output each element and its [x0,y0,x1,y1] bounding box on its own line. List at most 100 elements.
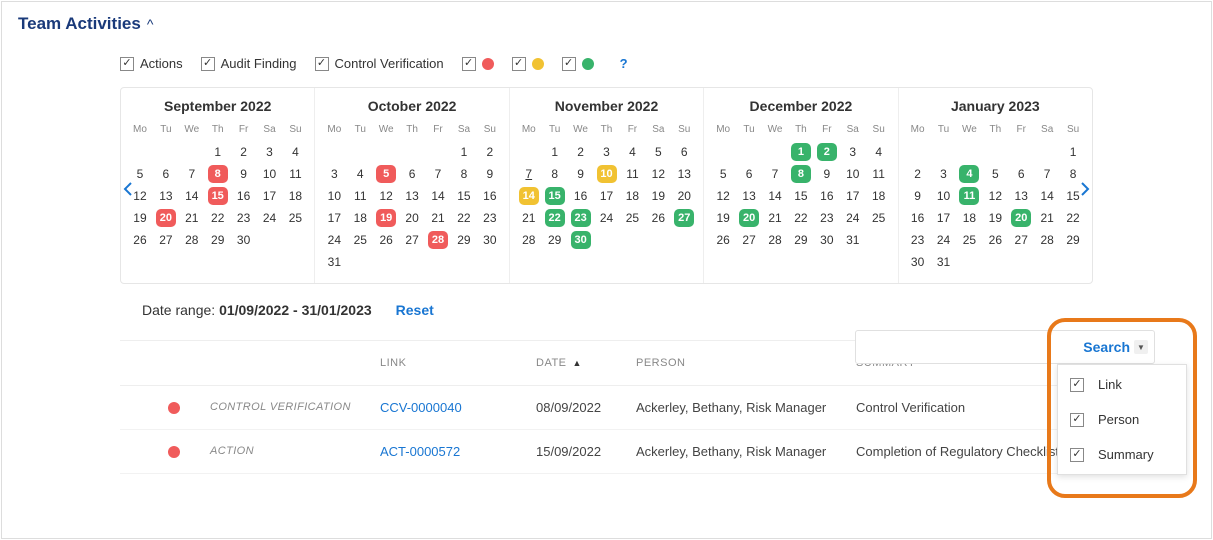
calendar-day[interactable]: 19 [645,185,671,207]
calendar-day[interactable]: 8 [542,163,568,185]
calendar-day[interactable]: 7 [762,163,788,185]
filter-audit-finding[interactable]: ✓ Audit Finding [201,56,297,71]
calendar-day[interactable]: 29 [205,229,231,251]
calendar-day[interactable]: 30 [905,251,931,273]
calendar-day[interactable]: 5 [645,141,671,163]
calendar-day[interactable]: 26 [373,229,399,251]
calendar-day[interactable]: 26 [127,229,153,251]
chevron-up-icon[interactable]: ^ [147,16,154,32]
calendar-day[interactable]: 1 [451,141,477,163]
calendar-day[interactable]: 9 [568,163,594,185]
calendar-day[interactable]: 15 [1060,185,1086,207]
calendar-day[interactable]: 28 [762,229,788,251]
calendar-day[interactable]: 25 [866,207,892,229]
calendar-day[interactable]: 1 [1060,141,1086,163]
calendar-day[interactable]: 26 [710,229,736,251]
calendar-day[interactable]: 18 [866,185,892,207]
filter-actions[interactable]: ✓ Actions [120,56,183,71]
calendar-day[interactable]: 11 [347,185,373,207]
calendar-day[interactable]: 4 [619,141,645,163]
calendar-day[interactable]: 23 [568,207,594,229]
calendar-day[interactable]: 16 [814,185,840,207]
reset-button[interactable]: Reset [396,302,434,318]
calendar-day[interactable]: 21 [425,207,451,229]
calendar-day[interactable]: 15 [205,185,231,207]
calendar-day[interactable]: 30 [231,229,257,251]
calendar-day[interactable]: 24 [321,229,347,251]
calendar-day[interactable]: 6 [671,141,697,163]
search-opt-summary[interactable]: ✓ Summary [1070,447,1174,462]
calendar-day[interactable]: 7 [1034,163,1060,185]
calendar-day[interactable]: 16 [905,207,931,229]
calendar-day[interactable]: 27 [153,229,179,251]
calendar-day[interactable]: 10 [321,185,347,207]
calendar-day[interactable]: 24 [840,207,866,229]
calendar-day[interactable]: 13 [153,185,179,207]
calendar-day[interactable]: 25 [956,229,982,251]
calendar-day[interactable]: 2 [477,141,503,163]
calendar-day[interactable]: 6 [736,163,762,185]
calendar-day[interactable]: 2 [905,163,931,185]
calendar-day[interactable]: 20 [671,185,697,207]
calendar-day[interactable]: 18 [347,207,373,229]
calendar-day[interactable]: 11 [956,185,982,207]
calendar-day[interactable]: 7 [425,163,451,185]
calendar-day[interactable]: 5 [710,163,736,185]
calendar-day[interactable]: 5 [373,163,399,185]
calendar-day[interactable]: 9 [905,185,931,207]
calendar-day[interactable]: 12 [127,185,153,207]
filter-control-verification[interactable]: ✓ Control Verification [315,56,444,71]
search-button[interactable]: Search [1079,339,1134,355]
calendar-day[interactable]: 31 [840,229,866,251]
calendar-day[interactable]: 14 [425,185,451,207]
calendar-day[interactable]: 29 [788,229,814,251]
calendar-day[interactable]: 21 [516,207,542,229]
calendar-day[interactable]: 1 [542,141,568,163]
calendar-day[interactable]: 3 [840,141,866,163]
calendar-day[interactable]: 15 [542,185,568,207]
calendar-day[interactable]: 7 [516,163,542,185]
calendar-day[interactable]: 28 [516,229,542,251]
calendar-day[interactable]: 2 [568,141,594,163]
calendar-day[interactable]: 13 [399,185,425,207]
calendar-day[interactable]: 12 [645,163,671,185]
calendar-day[interactable]: 18 [282,185,308,207]
calendar-day[interactable]: 3 [594,141,620,163]
calendar-day[interactable]: 9 [814,163,840,185]
calendar-day[interactable]: 3 [321,163,347,185]
calendar-day[interactable]: 14 [762,185,788,207]
calendar-day[interactable]: 2 [231,141,257,163]
calendar-day[interactable]: 26 [645,207,671,229]
calendar-day[interactable]: 25 [619,207,645,229]
calendar-day[interactable]: 14 [179,185,205,207]
calendar-day[interactable]: 7 [179,163,205,185]
calendar-day[interactable]: 21 [1034,207,1060,229]
calendar-day[interactable]: 20 [736,207,762,229]
calendar-day[interactable]: 4 [866,141,892,163]
calendar-day[interactable]: 17 [931,207,957,229]
calendar-day[interactable]: 12 [710,185,736,207]
calendar-day[interactable]: 23 [231,207,257,229]
calendar-day[interactable]: 17 [321,207,347,229]
calendar-day[interactable]: 24 [931,229,957,251]
help-icon[interactable]: ? [620,56,628,71]
calendar-day[interactable]: 22 [451,207,477,229]
calendar-day[interactable]: 11 [866,163,892,185]
calendar-day[interactable]: 13 [671,163,697,185]
calendar-day[interactable]: 5 [127,163,153,185]
search-input[interactable] [856,340,1079,355]
search-opt-link[interactable]: ✓ Link [1070,377,1174,392]
calendar-day[interactable]: 21 [762,207,788,229]
calendar-day[interactable]: 13 [1008,185,1034,207]
calendar-day[interactable]: 8 [1060,163,1086,185]
calendar-day[interactable]: 27 [1008,229,1034,251]
col-header-date[interactable]: DATE ▲ [536,357,636,369]
calendar-day[interactable]: 3 [931,163,957,185]
calendar-day[interactable]: 4 [956,163,982,185]
calendar-day[interactable]: 23 [477,207,503,229]
calendar-day[interactable]: 11 [619,163,645,185]
calendar-day[interactable]: 30 [477,229,503,251]
calendar-day[interactable]: 10 [931,185,957,207]
calendar-day[interactable]: 23 [814,207,840,229]
calendar-day[interactable]: 1 [205,141,231,163]
